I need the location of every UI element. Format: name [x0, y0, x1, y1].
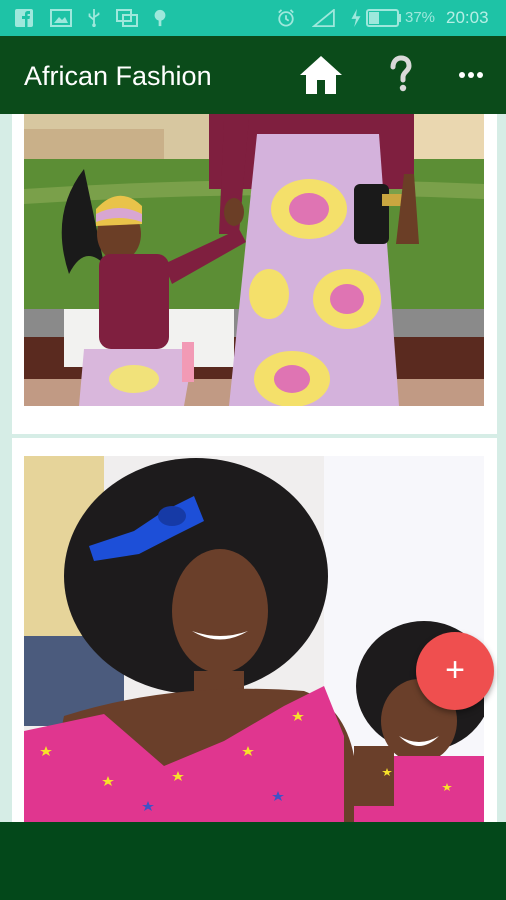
charging-icon: [351, 9, 361, 27]
cast-icon: [116, 9, 138, 27]
battery-percent: 37%: [405, 9, 436, 26]
add-button[interactable]: +: [416, 632, 494, 710]
usb-icon: [88, 9, 100, 27]
app-bar: African Fashion: [0, 36, 506, 114]
feed-card[interactable]: [12, 438, 497, 822]
status-time: 20:03: [446, 8, 489, 27]
bottom-bar: [0, 822, 506, 900]
location-icon: [154, 9, 166, 27]
feed-card[interactable]: [12, 114, 497, 434]
battery-icon: [366, 9, 401, 27]
help-icon: [390, 55, 412, 92]
home-icon: [300, 56, 342, 94]
signal-icon: [312, 9, 335, 27]
home-button[interactable]: [296, 50, 346, 100]
facebook-icon: [15, 9, 33, 27]
alarm-icon: [278, 9, 294, 27]
add-icon: +: [445, 651, 465, 689]
more-options-button[interactable]: [446, 50, 496, 100]
help-button[interactable]: [376, 50, 426, 100]
app-title: African Fashion: [24, 61, 212, 91]
photo-mother-daughter-matching-ankara[interactable]: [24, 114, 484, 406]
photo-mother-daughter-afro-smiling[interactable]: [24, 456, 484, 822]
more-options-icon: [459, 72, 483, 78]
feed[interactable]: [0, 114, 506, 822]
image-icon: [50, 9, 72, 27]
status-bar: 37% 20:03: [0, 0, 506, 36]
